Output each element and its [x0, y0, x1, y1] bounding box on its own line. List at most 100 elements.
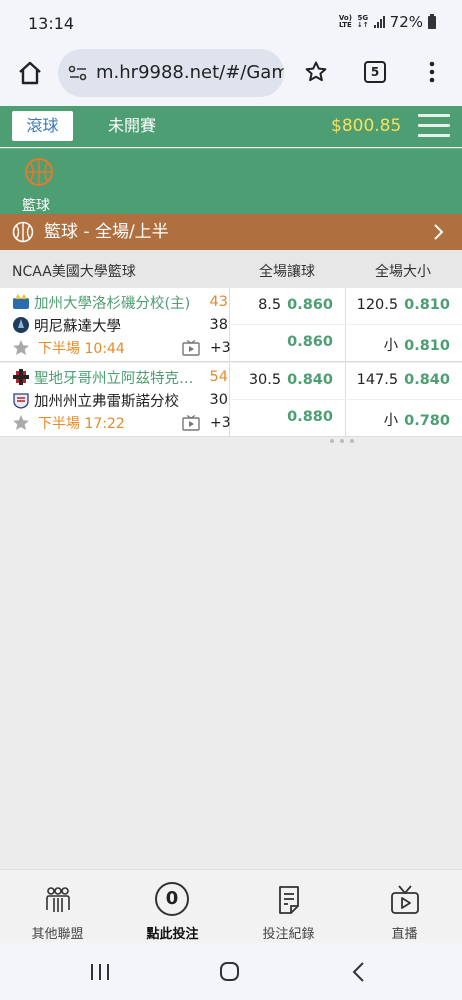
- battery-percent: 72%: [389, 13, 423, 31]
- 5g-icon: 5G ↓↑: [356, 14, 369, 29]
- total-line: 147.5: [356, 372, 399, 388]
- column-total: 全場大小: [375, 264, 431, 280]
- status-icons: Vo) LTE 5G ↓↑ 72%: [339, 13, 436, 31]
- odds-price: 0.810: [404, 297, 450, 313]
- spread-home-odds[interactable]: 30.5 0.840: [231, 363, 346, 400]
- nav-other-leagues[interactable]: 其他聯盟: [0, 870, 115, 944]
- status-time: 13:14: [28, 14, 75, 33]
- home-icon[interactable]: [17, 60, 43, 86]
- column-spread: 全場讓球: [259, 264, 315, 280]
- home-button-icon[interactable]: [218, 961, 242, 983]
- odds-price: 0.860: [287, 334, 333, 350]
- total-under-odds[interactable]: 小 0.780: [347, 400, 462, 437]
- tab-live[interactable]: 滾球: [12, 111, 73, 141]
- bottom-nav: 其他聯盟 0 點此投注 投注紀錄 直播: [0, 869, 462, 943]
- match-status: 下半場 17:22 +3: [12, 413, 231, 433]
- team-logo-icon: [13, 294, 29, 309]
- nav-label: 直播: [391, 927, 418, 942]
- volte-icon: Vo) LTE: [338, 14, 352, 29]
- spread-away-odds[interactable]: 0.880: [231, 400, 346, 437]
- status-bar: 13:14 Vo) LTE 5G ↓↑ 72%: [0, 0, 462, 46]
- nav-bet-history[interactable]: 投注紀錄: [231, 870, 346, 944]
- site-settings-icon[interactable]: [68, 64, 88, 82]
- total-line: 120.5: [356, 297, 399, 313]
- basketball-icon: [25, 158, 53, 186]
- odds-price: 0.780: [404, 413, 450, 429]
- url-text: m.hr9988.net/#/Gam: [96, 62, 284, 83]
- spread-line: 30.5: [248, 372, 282, 388]
- away-team-name: 加州州立弗雷斯諾分校: [34, 393, 179, 410]
- home-team-row: 加州大學洛杉磯分校(主) 43: [12, 292, 228, 312]
- recent-apps-icon[interactable]: [88, 961, 112, 983]
- home-team-name: 聖地牙哥州立阿茲特克人隊: [34, 370, 206, 387]
- total-over-odds[interactable]: 147.5 0.840: [347, 363, 462, 400]
- signal-icon: [373, 16, 385, 28]
- home-score: 54: [209, 369, 228, 385]
- odds-price: 0.840: [404, 372, 450, 388]
- more-markets-link[interactable]: +3: [210, 415, 231, 431]
- section-header[interactable]: 籃球 - 全場/上半: [0, 214, 462, 250]
- game-period: 下半場 17:22: [38, 416, 125, 432]
- nav-live-stream[interactable]: 直播: [347, 870, 462, 944]
- hamburger-menu-icon[interactable]: [418, 114, 450, 138]
- sport-label: 籃球: [22, 198, 50, 214]
- browser-toolbar: m.hr9988.net/#/Gam 5: [0, 46, 462, 106]
- away-team-name: 明尼蘇達大學: [34, 318, 121, 335]
- away-score: 38: [209, 317, 228, 333]
- nav-place-bet[interactable]: 0 點此投注: [115, 870, 230, 944]
- bet-count-badge: 0: [155, 882, 189, 916]
- total-under-odds[interactable]: 小 0.810: [347, 325, 462, 362]
- pager-dots: [330, 353, 360, 368]
- tab-upcoming[interactable]: 未開賽: [108, 111, 156, 141]
- team-logo-icon: [13, 369, 29, 385]
- match-status: 下半場 10:44 +3: [12, 338, 231, 358]
- spread-line: 8.5: [258, 297, 282, 313]
- bookmark-star-icon[interactable]: [304, 60, 328, 84]
- system-nav-bar: [0, 943, 462, 1000]
- nav-label: 點此投注: [146, 927, 199, 942]
- address-bar[interactable]: m.hr9988.net/#/Gam: [58, 49, 284, 97]
- home-score: 43: [209, 294, 228, 310]
- match-info[interactable]: 加州大學洛杉磯分校(主) 43 明尼蘇達大學 38 下半場 10:44 +3: [0, 288, 231, 362]
- favorite-star-icon[interactable]: [12, 339, 30, 357]
- under-label: 小: [383, 338, 399, 354]
- battery-icon: [428, 13, 436, 29]
- back-icon[interactable]: [348, 961, 372, 983]
- away-score: 30: [209, 392, 228, 408]
- section-title: 籃球 - 全場/上半: [44, 222, 169, 242]
- odds-price: 0.860: [287, 297, 333, 313]
- match-row: 聖地牙哥州立阿茲特克人隊 54 加州州立弗雷斯諾分校 30 下半場 17:22 …: [0, 363, 462, 443]
- home-team-name: 加州大學洛杉磯分校(主): [34, 295, 191, 312]
- game-period: 下半場 10:44: [38, 341, 125, 357]
- nav-label: 投注紀錄: [262, 927, 315, 942]
- under-label: 小: [383, 413, 399, 429]
- app-header: 滾球 未開賽 $800.85: [0, 106, 462, 147]
- live-tv-icon[interactable]: [182, 415, 200, 431]
- chevron-right-icon[interactable]: [432, 224, 444, 240]
- match-row: 加州大學洛杉磯分校(主) 43 明尼蘇達大學 38 下半場 10:44 +3 8…: [0, 288, 462, 368]
- sport-filter-bar: 籃球: [0, 148, 462, 214]
- favorite-star-icon[interactable]: [12, 414, 30, 432]
- sport-basketball[interactable]: 籃球: [16, 155, 62, 214]
- document-icon: [279, 886, 299, 914]
- team-logo-icon: [13, 317, 29, 333]
- total-over-odds[interactable]: 120.5 0.810: [347, 288, 462, 325]
- spread-home-odds[interactable]: 8.5 0.860: [231, 288, 346, 325]
- account-balance: $800.85: [331, 116, 402, 136]
- away-team-row: 加州州立弗雷斯諾分校 30: [12, 390, 228, 410]
- league-name: NCAA美國大學籃球: [12, 264, 136, 280]
- more-options-icon[interactable]: [426, 60, 438, 84]
- live-tv-icon: [391, 885, 419, 914]
- match-info[interactable]: 聖地牙哥州立阿茲特克人隊 54 加州州立弗雷斯諾分校 30 下半場 17:22 …: [0, 363, 231, 437]
- pager-dots: [330, 428, 360, 443]
- tab-switcher-button[interactable]: 5: [364, 61, 386, 83]
- team-logo-icon: [13, 393, 29, 409]
- more-markets-link[interactable]: +3: [210, 340, 231, 356]
- odds-price: 0.880: [287, 409, 333, 425]
- odds-price: 0.810: [404, 338, 450, 354]
- live-tv-icon[interactable]: [182, 340, 200, 356]
- spread-away-odds[interactable]: 0.860: [231, 325, 346, 362]
- home-team-row: 聖地牙哥州立阿茲特克人隊 54: [12, 367, 228, 387]
- basketball-icon: [12, 221, 34, 243]
- table-header: NCAA美國大學籃球 全場讓球 全場大小: [0, 250, 462, 288]
